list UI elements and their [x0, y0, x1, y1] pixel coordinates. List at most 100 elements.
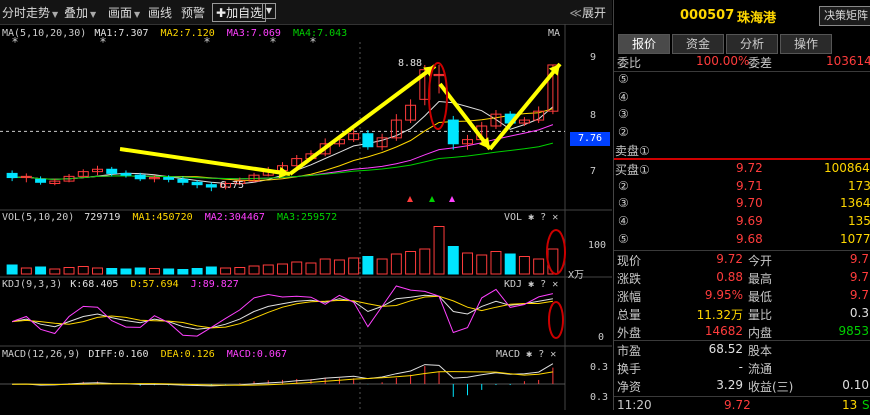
- tick-row: 11:20 9.72 13 S: [614, 397, 870, 415]
- close-icon[interactable]: ✕: [552, 212, 558, 223]
- close-icon[interactable]: ✕: [552, 279, 558, 290]
- annotation-arrow: [119, 147, 291, 176]
- candle-body: [134, 174, 146, 180]
- volume-bar: [447, 246, 459, 275]
- volume-bar: [533, 258, 545, 275]
- help-icon[interactable]: ?: [538, 349, 544, 360]
- candle-body: [106, 168, 118, 174]
- kline-chart[interactable]: * * * * * MA(5,10,20,30) MA1:7.307 MA2:7.120…: [0, 24, 612, 410]
- help-icon[interactable]: ?: [540, 279, 546, 290]
- stat-value: 9.95%: [704, 288, 743, 302]
- expand-label: 展开: [581, 6, 606, 20]
- vol-unit: X万: [568, 270, 585, 281]
- gear-icon[interactable]: ✱: [526, 349, 532, 360]
- sell-row: ④: [614, 89, 870, 107]
- stat-value: 0.88: [716, 270, 743, 284]
- macd-line: [12, 363, 554, 387]
- dropdown-arrow-icon: ▼: [134, 10, 141, 19]
- tab-funds[interactable]: 资金: [672, 34, 724, 54]
- volume-bar: [405, 251, 417, 275]
- sell-row: ③: [614, 106, 870, 124]
- volume-bar: [63, 267, 75, 275]
- sell-level-label: ③: [618, 107, 629, 121]
- volume-bar: [376, 258, 388, 275]
- volume-bar: [305, 262, 317, 275]
- stat-label: 流通: [748, 362, 773, 376]
- stat-label: 涨跌: [617, 272, 642, 286]
- volume-bar: [20, 267, 32, 275]
- vol-tag: VOL ✱ ? ✕: [504, 212, 558, 223]
- sell-level-label: ②: [618, 125, 629, 139]
- highlight-circle: [428, 62, 448, 130]
- buy-row: ② 9.71 173: [614, 178, 870, 196]
- gear-icon[interactable]: ✱: [528, 212, 534, 223]
- decision-matrix-button[interactable]: 决策矩阵: [819, 6, 870, 26]
- add-watchlist-button[interactable]: ✚加自选: [212, 3, 267, 22]
- high-annotation: 8.88: [398, 58, 423, 69]
- candle-body: [120, 172, 132, 176]
- stock-code: 000507: [680, 8, 735, 23]
- macd-dea-value: DEA:0.126: [160, 349, 215, 360]
- stat-value: -: [738, 360, 743, 374]
- buy-volume: 1364: [840, 196, 870, 210]
- volume-bar: [49, 268, 61, 275]
- tab-quote[interactable]: 报价: [618, 34, 670, 54]
- stock-header: 000507 珠海港 决策矩阵: [614, 0, 870, 32]
- stat-value: 0.3: [849, 306, 869, 320]
- volume-bar: [433, 226, 445, 275]
- help-icon[interactable]: ?: [540, 212, 546, 223]
- candle-body: [35, 178, 47, 183]
- close-icon[interactable]: ✕: [550, 349, 556, 360]
- weicha-label: 委差: [748, 56, 773, 70]
- stat-row: 涨跌 0.88 最高 9.7: [614, 269, 870, 287]
- volume-bar: [291, 261, 303, 275]
- stat-value: 11.32万: [696, 308, 743, 322]
- menu-alert[interactable]: 预警: [181, 4, 205, 21]
- volume-bar: [419, 248, 431, 275]
- stat-label: 换手: [617, 362, 642, 376]
- buy-price: 9.72: [736, 161, 763, 175]
- buy-row: ⑤ 9.68 1077: [614, 231, 870, 249]
- buy-row: ④ 9.69 135: [614, 213, 870, 231]
- stat-label: 量比: [748, 308, 773, 322]
- highlight-circle: [546, 229, 566, 275]
- signal-arrow-icon: [407, 196, 413, 202]
- kdj-legend: KDJ(9,3,3) K:68.405 D:57.694 J:89.827: [2, 279, 239, 290]
- gear-icon[interactable]: ✱: [528, 279, 534, 290]
- candle-body: [191, 181, 203, 186]
- buy-volume: 100864: [824, 161, 870, 175]
- kdj-d-value: D:57.694: [130, 279, 179, 290]
- stat-row: 净资 3.29 收益(三) 0.10: [614, 377, 870, 395]
- stat-row: 涨幅 9.95% 最低 9.7: [614, 287, 870, 305]
- stat-row: 现价 9.72 今开 9.7: [614, 251, 870, 269]
- quote-panel: 000507 珠海港 决策矩阵 报价 资金 分析 操作 委比 100.00% 委…: [613, 0, 870, 412]
- menu-screen[interactable]: 画面 ▼: [108, 4, 140, 21]
- menu-time-share[interactable]: 分时走势 ▼: [2, 4, 58, 21]
- buy-level-label: ②: [618, 179, 629, 193]
- volume-bar: [518, 256, 530, 275]
- vol-ma1-value: MA1:450720: [132, 212, 193, 223]
- candle-body: [362, 133, 374, 148]
- menu-overlay[interactable]: 叠加 ▼: [64, 4, 96, 21]
- current-price-tag: 7.76: [570, 132, 610, 146]
- tab-analysis[interactable]: 分析: [726, 34, 778, 54]
- volume-bar: [476, 254, 488, 275]
- annotation-arrow: [488, 62, 562, 151]
- weibi-value: 100.00%: [696, 54, 750, 68]
- macd-macd-value: MACD:0.067: [226, 349, 287, 360]
- menu-screen-label: 画面: [108, 6, 133, 20]
- stat-label: 今开: [748, 254, 773, 268]
- watchlist-dropdown-button[interactable]: ▼: [262, 3, 276, 19]
- price-tick: 9: [590, 52, 597, 63]
- buy-volume: 173: [848, 179, 870, 193]
- stat-value: 9.7: [849, 252, 869, 266]
- volume-bar: [333, 259, 345, 275]
- signal-arrow-icon: [449, 196, 455, 202]
- menu-draw-line[interactable]: 画线: [148, 4, 172, 21]
- tab-operation[interactable]: 操作: [780, 34, 832, 54]
- ma-legend: MA(5,10,20,30) MA1:7.307 MA2:7.120 MA3:7…: [2, 28, 347, 39]
- weicha-value: 103614: [826, 54, 870, 68]
- expand-button[interactable]: ≪展开: [569, 4, 606, 21]
- volume-bar: [277, 263, 288, 275]
- stat-label: 最低: [748, 290, 773, 304]
